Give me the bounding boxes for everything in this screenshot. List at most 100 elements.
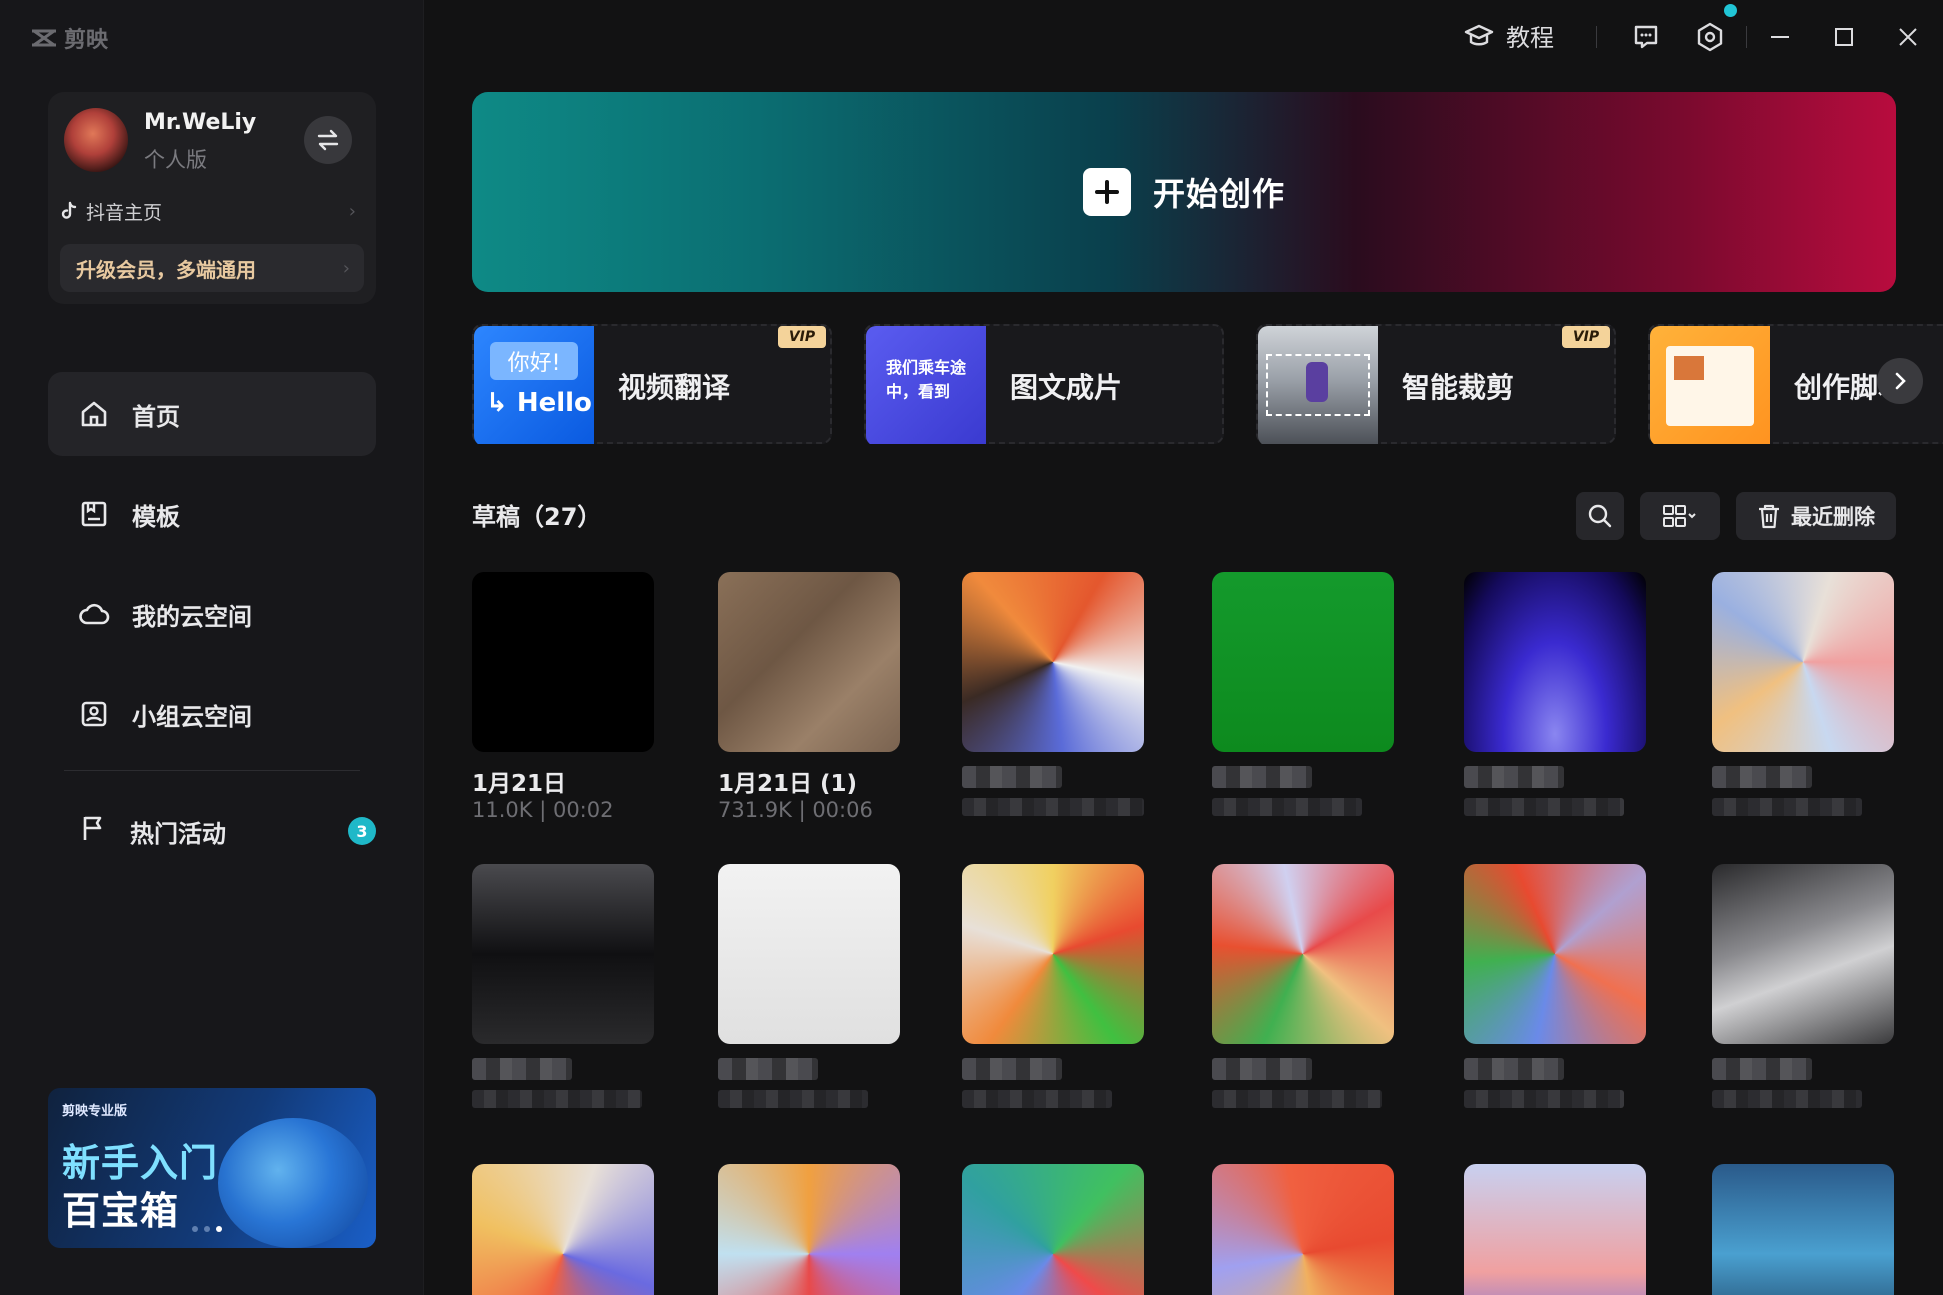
switch-account-button[interactable]: [304, 116, 352, 164]
username: Mr.WeLiy: [144, 110, 257, 135]
draft-card[interactable]: [1712, 864, 1894, 1108]
beginner-promo-banner[interactable]: 剪映专业版 新手入门 百宝箱: [48, 1088, 376, 1248]
draft-meta-blurred: [1712, 798, 1862, 816]
recent-deleted-button[interactable]: 最近删除: [1736, 492, 1896, 540]
search-drafts-button[interactable]: [1576, 492, 1624, 540]
tutorial-label: 教程: [1506, 24, 1554, 52]
draft-name-blurred: [962, 1058, 1062, 1080]
draft-name-blurred: [1212, 1058, 1312, 1080]
draft-name-blurred: [1712, 766, 1812, 788]
draft-card[interactable]: [1464, 864, 1646, 1108]
draft-meta-blurred: [1212, 798, 1362, 816]
feedback-button[interactable]: [1627, 18, 1665, 56]
draft-meta-blurred: [1212, 1090, 1382, 1108]
douyin-label: 抖音主页: [86, 201, 163, 224]
draft-meta: 11.0K | 00:02: [472, 798, 614, 822]
search-icon: [1588, 504, 1612, 528]
avatar[interactable]: [64, 108, 128, 172]
draft-card[interactable]: [962, 572, 1144, 816]
vip-badge: VIP: [1562, 326, 1610, 348]
maximize-button[interactable]: [1825, 18, 1863, 56]
feature-scroll-next-button[interactable]: [1877, 358, 1923, 404]
draft-thumbnail: [1212, 864, 1394, 1044]
draft-meta-blurred: [1464, 1090, 1624, 1108]
thumb-hello-text: Hello: [516, 388, 592, 418]
swap-icon: [317, 129, 339, 151]
draft-card[interactable]: [1464, 572, 1646, 816]
draft-thumbnail: [718, 864, 900, 1044]
draft-name-blurred: [1212, 766, 1312, 788]
graduation-cap-icon: [1464, 24, 1494, 45]
draft-meta-blurred: [1464, 798, 1624, 816]
carousel-dots[interactable]: [192, 1226, 222, 1232]
feature-thumbnail: [1650, 326, 1770, 444]
draft-card[interactable]: [1712, 572, 1894, 816]
draft-thumbnail: [1712, 572, 1894, 752]
draft-card[interactable]: [1464, 1164, 1646, 1295]
draft-meta: 731.9K | 00:06: [718, 798, 873, 822]
notification-badge: 3: [348, 817, 376, 845]
draft-card[interactable]: [962, 1164, 1144, 1295]
close-button[interactable]: [1889, 18, 1927, 56]
minimize-button[interactable]: [1761, 18, 1799, 56]
draft-card[interactable]: [1212, 864, 1394, 1108]
draft-meta-blurred: [962, 1090, 1112, 1108]
sidebar-nav: 首页 模板 我的云空间 小组云空间: [48, 372, 376, 772]
template-icon: [78, 498, 110, 530]
vip-badge: VIP: [778, 326, 826, 348]
titlebar-separator: [1596, 26, 1597, 48]
draft-thumbnail: [472, 1164, 654, 1295]
promo-title-line1: 新手入门: [62, 1141, 219, 1185]
draft-card[interactable]: 1月21日 11.0K | 00:02: [472, 572, 654, 824]
draft-card[interactable]: 1月21日 (1) 731.9K | 00:06: [718, 572, 900, 824]
draft-card[interactable]: [1212, 572, 1394, 816]
drafts-title: 草稿（27）: [472, 503, 602, 531]
start-creating-button[interactable]: 开始创作: [472, 92, 1896, 292]
feature-video-translate[interactable]: 你好! ↳ Hello 视频翻译 VIP: [472, 324, 832, 444]
draft-card[interactable]: [962, 864, 1144, 1108]
plan-label: 个人版: [144, 148, 207, 172]
upgrade-membership-button[interactable]: 升级会员，多端通用 ›: [60, 244, 364, 292]
draft-meta-blurred: [718, 1090, 868, 1108]
feature-text-to-video[interactable]: 我们乘车途中，看到 图文成片: [864, 324, 1224, 444]
settings-button[interactable]: [1691, 18, 1729, 56]
draft-name-blurred: [1712, 1058, 1812, 1080]
plus-icon: [1082, 168, 1131, 216]
sidebar-divider: [64, 770, 360, 771]
draft-thumbnail: [472, 864, 654, 1044]
feature-smart-crop[interactable]: 智能裁剪 VIP: [1256, 324, 1616, 444]
app-logo: 剪映: [30, 22, 108, 54]
draft-thumbnail: [472, 572, 654, 752]
sidebar-item-group-cloud[interactable]: 小组云空间: [48, 672, 376, 756]
view-mode-button[interactable]: [1640, 492, 1720, 540]
cloud-icon: [78, 598, 110, 630]
draft-thumbnail: [1464, 572, 1646, 752]
draft-card[interactable]: [1712, 1164, 1894, 1295]
draft-card[interactable]: [472, 864, 654, 1108]
app-window: 剪映 Mr.WeLiy 个人版 抖音主页 › 升级会员，多端通用 › 首页 模板…: [0, 0, 1943, 1295]
thumb-caption: 我们乘车途中，看到: [886, 358, 967, 401]
titlebar-separator: [1746, 26, 1747, 48]
sidebar-item-my-cloud[interactable]: 我的云空间: [48, 572, 376, 656]
trash-icon: [1759, 504, 1779, 529]
recent-deleted-label: 最近删除: [1791, 505, 1875, 529]
draft-thumbnail: [1212, 1164, 1394, 1295]
draft-name: 1月21日: [472, 771, 567, 794]
sidebar-item-template[interactable]: 模板: [48, 472, 376, 556]
sidebar-item-label: 模板: [132, 502, 180, 531]
douyin-homepage-link[interactable]: 抖音主页 ›: [60, 192, 364, 230]
draft-card[interactable]: [472, 1164, 654, 1295]
draft-thumbnail: [1712, 1164, 1894, 1295]
draft-thumbnail: [962, 572, 1144, 752]
title-bar: 教程: [424, 0, 1943, 74]
tutorial-button[interactable]: 教程: [1464, 18, 1554, 53]
feature-thumbnail: 我们乘车途中，看到: [866, 326, 986, 444]
sidebar-item-hot-events[interactable]: 热门活动 3: [48, 789, 376, 873]
draft-thumbnail: [718, 572, 900, 752]
draft-card[interactable]: [718, 1164, 900, 1295]
sidebar-item-home[interactable]: 首页: [48, 372, 376, 456]
draft-card[interactable]: [1212, 1164, 1394, 1295]
draft-card[interactable]: [718, 864, 900, 1108]
flag-icon: [78, 813, 108, 849]
feature-label: 智能裁剪: [1402, 371, 1515, 404]
